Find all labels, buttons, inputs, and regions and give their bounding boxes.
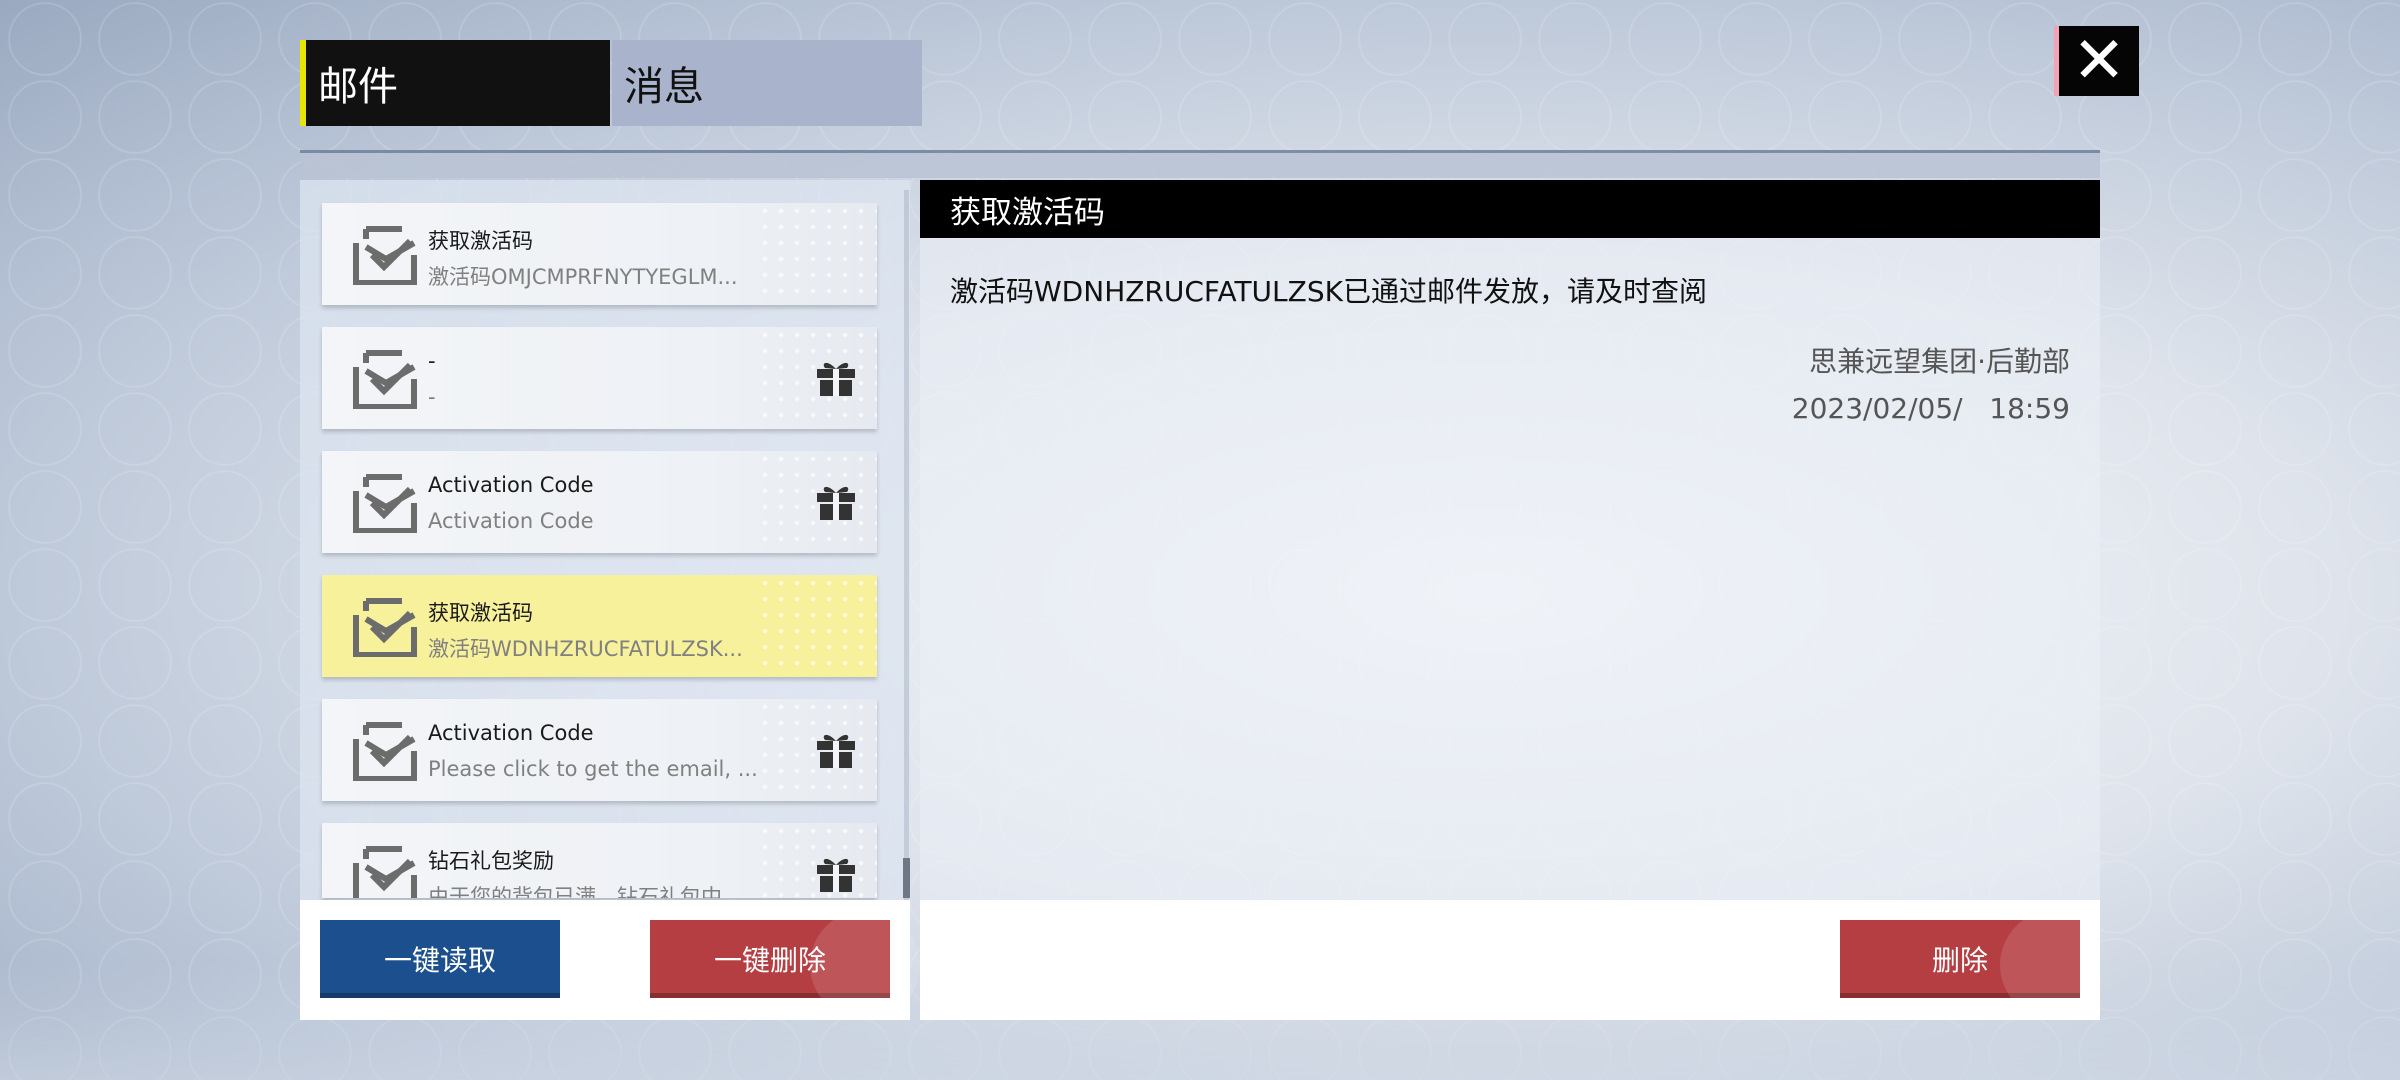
tab-mail-label: 邮件 [318,64,398,110]
mail-item-title: 获取激活码 [428,229,533,253]
mail-read-icon [352,845,418,898]
mail-item-title: Activation Code [428,473,594,497]
gift-icon [815,357,857,397]
detail-header: 获取激活码 [920,180,2100,238]
mail-item-title: 获取激活码 [428,601,533,625]
mail-read-icon [352,225,418,286]
mail-item-preview: 激活码OMJCMPRFNYTYEGLM... [428,265,738,289]
mail-list-item[interactable]: Activation Code Please click to get the e… [322,699,877,801]
mail-list-item[interactable]: -- [322,327,877,429]
mail-read-icon [352,721,418,782]
item-decoration [757,203,877,305]
mail-read-icon [352,597,418,658]
mail-item-preview: 激活码WDNHZRUCFATULZSK... [428,637,743,661]
detail-date: 2023/02/05/ 18:59 [1791,392,2070,425]
delete-all-button[interactable]: 一键删除 [650,910,920,1020]
detail-message: 激活码WDNHZRUCFATULZSK已通过邮件发放，请及时查阅 [950,275,1707,308]
mail-list-scrollbar[interactable] [904,190,909,900]
mail-item-preview: Activation Code [428,509,594,533]
delete-label: 删除 [1931,944,1988,977]
header-divider [300,150,2100,178]
mail-item-title: Activation Code [428,721,594,745]
delete-button[interactable]: 删除 [1840,920,2080,998]
mail-read-icon [352,349,418,410]
gift-icon [815,853,857,893]
mail-item-title: - [428,349,436,373]
mail-read-icon [352,473,418,534]
gift-icon [815,729,857,769]
item-decoration [757,575,877,677]
tab-mail[interactable]: 邮件 [300,40,610,126]
mail-item-preview: Please click to get the email, ... [428,757,758,781]
mail-item-preview: - [428,385,436,409]
tab-messages-label: 消息 [624,64,704,110]
mail-item-title: 钻石礼包奖励 [428,849,554,873]
mail-list-item[interactable]: 获取激活码激活码OMJCMPRFNYTYEGLM... [322,203,877,305]
mail-list-item[interactable]: Activation Code Activation Code [322,451,877,553]
mail-list-scroll-thumb[interactable] [903,858,910,898]
mail-list-item[interactable]: 获取激活码激活码WDNHZRUCFATULZSK... [322,575,877,677]
read-all-label: 一键读取 [383,944,496,977]
delete-all-label: 一键删除 [713,944,826,977]
gift-icon [815,481,857,521]
mail-list-item[interactable]: 钻石礼包奖励由于您的背包已满，钻石礼包中... [322,823,877,898]
detail-sender: 思兼远望集团·后勤部 [1809,345,2070,378]
read-all-button[interactable]: 一键读取 [320,920,560,998]
tab-messages[interactable]: 消息 [612,40,922,126]
detail-body [920,238,2100,900]
detail-title: 获取激活码 [950,194,1105,231]
close-button[interactable]: ✕ [2054,26,2139,96]
mail-item-preview: 由于您的背包已满，钻石礼包中... [428,885,743,898]
close-icon: ✕ [2072,24,2126,98]
